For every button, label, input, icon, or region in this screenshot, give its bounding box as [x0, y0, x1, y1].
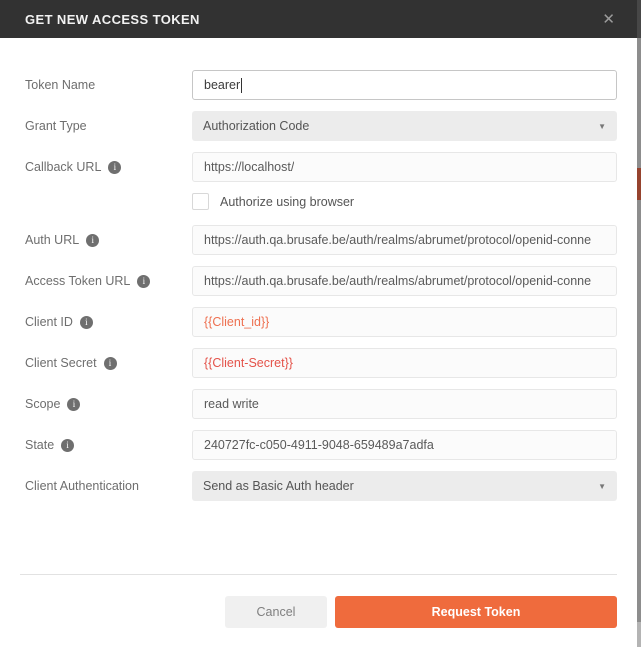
grant-type-select[interactable]: Authorization Code ▼ — [192, 111, 617, 141]
client-secret-label: Client Secret — [25, 356, 97, 370]
token-name-row: Token Name bearer — [25, 70, 617, 100]
client-secret-input[interactable]: {{Client-Secret}} — [192, 348, 617, 378]
access-token-url-input[interactable]: https://auth.qa.brusafe.be/auth/realms/a… — [192, 266, 617, 296]
close-icon[interactable]: ✕ — [598, 10, 619, 29]
info-icon[interactable]: i — [108, 161, 121, 174]
auth-url-label: Auth URL — [25, 233, 79, 247]
authorize-browser-row: Authorize using browser — [25, 193, 617, 210]
chevron-down-icon: ▼ — [598, 122, 606, 131]
authorize-browser-label[interactable]: Authorize using browser — [220, 195, 354, 209]
dialog-header: GET NEW ACCESS TOKEN ✕ — [0, 0, 637, 38]
state-label: State — [25, 438, 54, 452]
client-id-row: Client ID i {{Client_id}} — [25, 307, 617, 337]
info-icon[interactable]: i — [86, 234, 99, 247]
callback-url-input[interactable]: https://localhost/ — [192, 152, 617, 182]
dialog-title: GET NEW ACCESS TOKEN — [25, 12, 598, 27]
info-icon[interactable]: i — [61, 439, 74, 452]
access-token-url-row: Access Token URL i https://auth.qa.brusa… — [25, 266, 617, 296]
auth-url-input[interactable]: https://auth.qa.brusafe.be/auth/realms/a… — [192, 225, 617, 255]
callback-url-label: Callback URL — [25, 160, 101, 174]
client-authentication-row: Client Authentication Send as Basic Auth… — [25, 471, 617, 501]
info-icon[interactable]: i — [137, 275, 150, 288]
token-name-label: Token Name — [25, 78, 95, 92]
authorize-browser-checkbox[interactable] — [192, 193, 209, 210]
footer-divider — [20, 574, 617, 575]
token-name-input[interactable]: bearer — [192, 70, 617, 100]
scope-input[interactable]: read write — [192, 389, 617, 419]
background-app-edge — [637, 0, 641, 647]
chevron-down-icon: ▼ — [598, 482, 606, 491]
client-secret-row: Client Secret i {{Client-Secret}} — [25, 348, 617, 378]
state-input[interactable]: 240727fc-c050-4911-9048-659489a7adfa — [192, 430, 617, 460]
access-token-url-label: Access Token URL — [25, 274, 130, 288]
dialog-body: Token Name bearer Grant Type Authorizati… — [0, 38, 637, 628]
client-id-label: Client ID — [25, 315, 73, 329]
auth-url-row: Auth URL i https://auth.qa.brusafe.be/au… — [25, 225, 617, 255]
state-row: State i 240727fc-c050-4911-9048-659489a7… — [25, 430, 617, 460]
scope-row: Scope i read write — [25, 389, 617, 419]
info-icon[interactable]: i — [104, 357, 117, 370]
info-icon[interactable]: i — [67, 398, 80, 411]
client-id-input[interactable]: {{Client_id}} — [192, 307, 617, 337]
grant-type-label: Grant Type — [25, 119, 87, 133]
cancel-button[interactable]: Cancel — [225, 596, 327, 628]
client-authentication-select[interactable]: Send as Basic Auth header ▼ — [192, 471, 617, 501]
request-token-button[interactable]: Request Token — [335, 596, 617, 628]
info-icon[interactable]: i — [80, 316, 93, 329]
text-cursor — [241, 78, 242, 93]
callback-url-row: Callback URL i https://localhost/ — [25, 152, 617, 182]
scope-label: Scope — [25, 397, 60, 411]
dialog-footer: Cancel Request Token — [25, 596, 617, 628]
client-authentication-label: Client Authentication — [25, 479, 139, 493]
grant-type-row: Grant Type Authorization Code ▼ — [25, 111, 617, 141]
get-new-access-token-dialog: GET NEW ACCESS TOKEN ✕ Token Name bearer… — [0, 0, 637, 647]
